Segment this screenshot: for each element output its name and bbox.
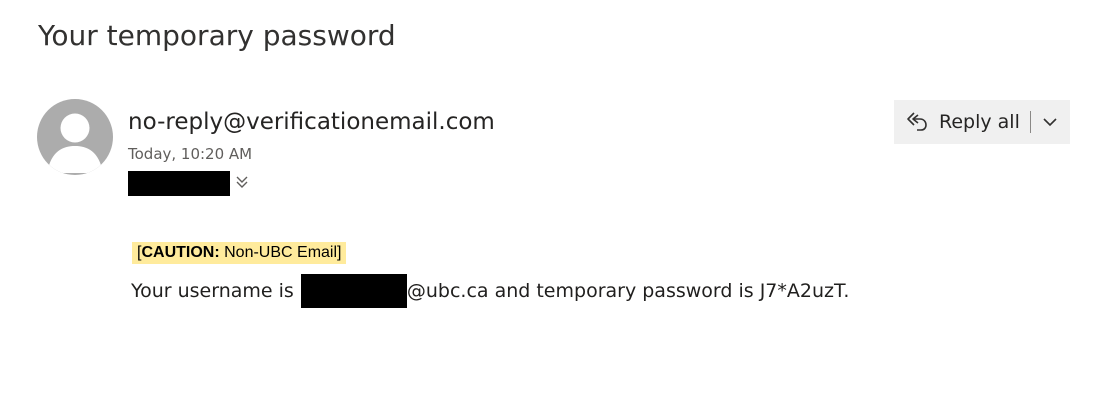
chevron-down-icon bbox=[1043, 118, 1057, 127]
warning-label: CAUTION: bbox=[141, 244, 220, 261]
warning-close-bracket: ] bbox=[337, 244, 342, 261]
double-chevron-down-icon bbox=[236, 176, 248, 188]
reply-all-label: Reply all bbox=[939, 111, 1020, 133]
reply-all-button[interactable]: Reply all bbox=[894, 100, 1030, 144]
recipient-redacted bbox=[128, 171, 230, 196]
reply-all-button-group: Reply all bbox=[894, 100, 1070, 144]
body-suffix: @ubc.ca and temporary password is J7*A2u… bbox=[406, 280, 850, 302]
external-email-warning: [CAUTION: Non-UBC Email] bbox=[132, 242, 347, 264]
body-prefix: Your username is bbox=[131, 280, 300, 302]
sender-avatar[interactable] bbox=[37, 99, 113, 175]
email-subject: Your temporary password bbox=[38, 19, 396, 52]
message-body: Your username is @ubc.ca and temporary p… bbox=[131, 274, 849, 308]
sender-address[interactable]: no-reply@verificationemail.com bbox=[128, 109, 495, 135]
reply-all-icon bbox=[907, 112, 927, 131]
message-timestamp: Today, 10:20 AM bbox=[128, 145, 253, 163]
warning-text: Non-UBC Email bbox=[219, 244, 338, 261]
expand-recipients-button[interactable] bbox=[234, 173, 250, 191]
reply-options-button[interactable] bbox=[1031, 100, 1069, 144]
person-placeholder-icon bbox=[47, 113, 103, 173]
username-redacted bbox=[300, 274, 407, 308]
